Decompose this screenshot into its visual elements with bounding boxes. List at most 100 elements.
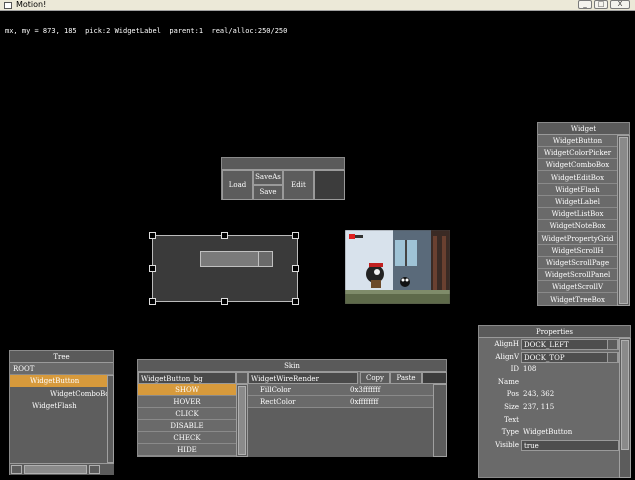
widget-list: WidgetButton WidgetColorPicker WidgetCombo… bbox=[538, 135, 617, 306]
maximize-button[interactable]: □ bbox=[594, 0, 608, 9]
widget-list-item[interactable]: WidgetLabel bbox=[538, 196, 617, 208]
file-toolbar-panel: Load SaveAs Save Edit bbox=[221, 157, 345, 200]
skin-name-dropdown[interactable] bbox=[236, 372, 248, 384]
property-label: Visible bbox=[495, 440, 519, 449]
tree-root[interactable]: ROOT bbox=[10, 363, 113, 375]
widget-list-item[interactable]: WidgetFlash bbox=[538, 184, 617, 196]
widget-panel-title[interactable]: Widget bbox=[538, 123, 629, 135]
property-row: Visible true bbox=[479, 439, 619, 452]
property-label: AlignH bbox=[494, 340, 519, 348]
tree-item[interactable]: WidgetFlash bbox=[10, 400, 107, 412]
tree-hscrollbar[interactable] bbox=[10, 463, 114, 475]
tree-item[interactable]: WidgetComboBo bbox=[10, 388, 107, 400]
properties-panel-title[interactable]: Properties bbox=[479, 326, 630, 338]
toolbar-blank-cell bbox=[314, 170, 345, 200]
widget-list-item[interactable]: WidgetScrollPage bbox=[538, 257, 617, 269]
edit-button[interactable]: Edit bbox=[283, 170, 314, 200]
flash-game-image bbox=[345, 230, 450, 304]
copy-button[interactable]: Copy bbox=[360, 372, 390, 384]
skin-color-list: FillColor 0x3fffffff RectColor 0xffffffff bbox=[248, 384, 433, 457]
skin-color-value[interactable]: 0x3fffffff bbox=[350, 384, 380, 396]
resize-handle-bottom[interactable] bbox=[221, 298, 228, 305]
skin-state-item[interactable]: DISABLE bbox=[138, 420, 236, 432]
skin-state-item[interactable]: CLICK bbox=[138, 408, 236, 420]
resize-handle-left[interactable] bbox=[149, 265, 156, 272]
load-button[interactable]: Load bbox=[222, 170, 253, 200]
skin-panel: Skin WidgetButton_bg WidgetWireRender Co… bbox=[137, 359, 447, 457]
widget-list-item[interactable]: WidgetColorPicker bbox=[538, 147, 617, 160]
tree-panel: Tree ROOT WidgetButton WidgetComboBo Widge… bbox=[9, 350, 114, 475]
save-button[interactable]: Save bbox=[253, 185, 283, 200]
resize-handle-bottom-right[interactable] bbox=[292, 298, 299, 305]
skin-state-item[interactable]: SHOW bbox=[138, 384, 236, 396]
property-value[interactable]: WidgetButton bbox=[521, 427, 572, 438]
widget-list-item[interactable]: WidgetComboBox bbox=[538, 159, 617, 172]
skin-state-item[interactable]: HOVER bbox=[138, 396, 236, 408]
property-value[interactable] bbox=[521, 377, 523, 388]
property-value[interactable]: DOCK_LEFT bbox=[521, 339, 619, 350]
property-row: Name bbox=[479, 376, 619, 389]
widget-list-item[interactable]: WidgetPropertyGrid bbox=[538, 233, 617, 245]
resize-handle-top-right[interactable] bbox=[292, 232, 299, 239]
tree-hscroll-left[interactable] bbox=[11, 465, 22, 474]
property-value[interactable] bbox=[521, 415, 523, 426]
widget-list-item[interactable]: WidgetScrollV bbox=[538, 281, 617, 294]
minimize-button[interactable]: _ bbox=[578, 0, 592, 9]
resize-handle-top[interactable] bbox=[221, 232, 228, 239]
tree-panel-title[interactable]: Tree bbox=[10, 351, 113, 363]
tree-hscroll-thumb[interactable] bbox=[24, 465, 87, 474]
property-value[interactable]: true bbox=[521, 439, 619, 451]
tree-vscrollbar[interactable] bbox=[107, 375, 114, 463]
properties-scrollbar[interactable] bbox=[619, 338, 631, 478]
paste-button[interactable]: Paste bbox=[390, 372, 422, 384]
property-label: Name bbox=[497, 377, 519, 386]
resize-handle-bottom-left[interactable] bbox=[149, 298, 156, 305]
tree-hscroll-right[interactable] bbox=[89, 465, 100, 474]
skin-state-item[interactable]: HIDE bbox=[138, 444, 236, 456]
property-value[interactable]: DOCK_TOP bbox=[521, 351, 619, 363]
widget-list-item[interactable]: WidgetScrollPanel bbox=[538, 269, 617, 282]
render-name-field[interactable]: WidgetWireRender bbox=[248, 372, 358, 384]
property-value[interactable]: 237, 115 bbox=[521, 402, 554, 413]
flash-game-preview bbox=[345, 230, 450, 304]
skin-state-item[interactable]: CHECK bbox=[138, 432, 236, 444]
skin-color-row[interactable]: RectColor 0xffffffff bbox=[248, 396, 433, 408]
skin-blank-cell bbox=[422, 372, 447, 384]
state-list-scroll-thumb[interactable] bbox=[238, 386, 246, 455]
skin-name-field[interactable]: WidgetButton_bg bbox=[138, 372, 236, 384]
property-dropdown-button[interactable] bbox=[607, 351, 618, 363]
widget-preview-handle[interactable] bbox=[258, 252, 272, 266]
state-list-scrollbar[interactable] bbox=[236, 384, 248, 457]
resize-handle-right[interactable] bbox=[292, 265, 299, 272]
color-list-scrollbar[interactable] bbox=[433, 384, 447, 457]
property-label: Size bbox=[504, 403, 519, 411]
widget-list-item[interactable]: WidgetEditBox bbox=[538, 172, 617, 184]
property-label: ID bbox=[510, 365, 519, 374]
widget-list-item[interactable]: WidgetNoteBox bbox=[538, 220, 617, 233]
widget-list-scroll-thumb[interactable] bbox=[619, 137, 628, 304]
property-row: AlignV DOCK_TOP bbox=[479, 351, 619, 364]
property-dropdown-button[interactable] bbox=[607, 339, 618, 350]
property-value[interactable]: 108 bbox=[521, 364, 536, 375]
status-line: mx, my = 873, 185 pick:2 WidgetLabel par… bbox=[5, 27, 288, 35]
tree-item[interactable]: WidgetButton bbox=[10, 375, 107, 387]
skin-panel-title[interactable]: Skin bbox=[138, 360, 446, 372]
close-button[interactable]: X bbox=[610, 0, 630, 9]
widget-list-scrollbar[interactable] bbox=[617, 135, 630, 306]
widget-list-item[interactable]: WidgetTreeBox bbox=[538, 294, 617, 306]
property-row: Text bbox=[479, 414, 619, 427]
widget-list-item[interactable]: WidgetListBox bbox=[538, 208, 617, 221]
skin-color-value[interactable]: 0xffffffff bbox=[350, 396, 378, 408]
window-titlebar[interactable]: Motion! _ □ X bbox=[0, 0, 635, 11]
widget-preview-bar[interactable] bbox=[200, 251, 273, 267]
property-value[interactable]: 243, 362 bbox=[521, 389, 554, 400]
properties-scroll-thumb[interactable] bbox=[621, 340, 629, 450]
skin-color-row[interactable]: FillColor 0x3fffffff bbox=[248, 384, 433, 396]
resize-handle-top-left[interactable] bbox=[149, 232, 156, 239]
file-toolbar-header[interactable] bbox=[222, 158, 344, 170]
property-grid: AlignH DOCK_LEFT AlignV DOCK_TOP ID 108 Name Po… bbox=[479, 338, 619, 478]
widget-list-item[interactable]: WidgetScrollH bbox=[538, 245, 617, 257]
saveas-button[interactable]: SaveAs bbox=[253, 170, 283, 185]
widget-list-item[interactable]: WidgetButton bbox=[538, 135, 617, 147]
selected-widget-editor[interactable] bbox=[152, 235, 298, 302]
